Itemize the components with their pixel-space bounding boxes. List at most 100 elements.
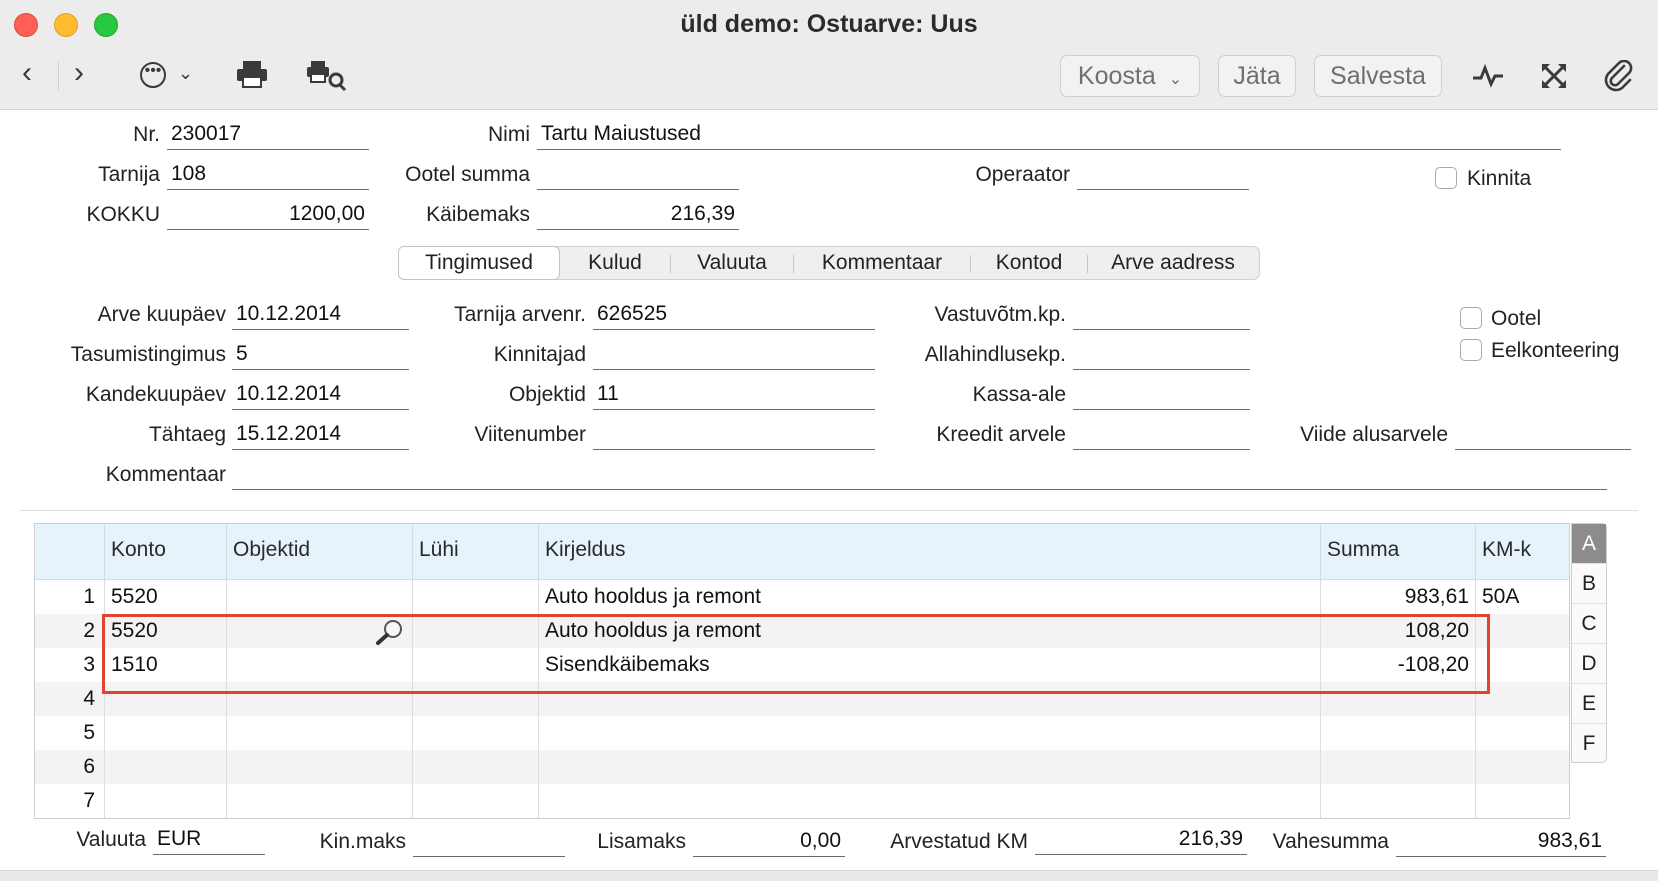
kommentaar-label: Kommentaar	[105, 463, 226, 486]
valuuta-field[interactable]: EUR	[153, 825, 265, 855]
column-header-luhi[interactable]: Lühi	[412, 524, 538, 580]
row-number: 6	[83, 755, 95, 778]
invoice-window: üld demo: Ostuarve: Uus ‹ › ••• ⌄ Koosta…	[0, 0, 1658, 881]
table-row[interactable]: 4	[35, 682, 1569, 716]
table-row[interactable]: 1 5520 Auto hooldus ja remont 983,61 50A	[35, 580, 1569, 614]
tarnija-arvenr-label: Tarnija arvenr.	[454, 303, 586, 326]
cell-luhi[interactable]	[413, 580, 537, 614]
forward-icon[interactable]: ›	[74, 58, 84, 88]
tab-arve-aadress[interactable]: Arve aadress	[1088, 247, 1258, 279]
vahesumma-label: Vahesumma	[1272, 830, 1389, 853]
kinnita-checkbox[interactable]	[1435, 167, 1457, 189]
cell-konto[interactable]: 1510	[105, 648, 225, 682]
viide-field[interactable]	[1455, 420, 1631, 450]
chevron-down-icon[interactable]: ⌄	[178, 64, 193, 82]
cell-luhi[interactable]	[413, 648, 537, 682]
cell-objektid[interactable]	[227, 580, 411, 614]
cell-objektid[interactable]	[227, 648, 411, 682]
print-preview-icon[interactable]	[306, 60, 348, 92]
kinnitajad-field[interactable]	[593, 340, 875, 370]
eelkonteering-checkbox[interactable]	[1460, 339, 1482, 361]
tab-kontod[interactable]: Kontod	[971, 247, 1087, 279]
section-tab-e[interactable]: E	[1572, 684, 1606, 724]
cell-konto[interactable]: 5520	[105, 580, 225, 614]
row-number: 3	[83, 653, 95, 676]
arvestatud-km-field[interactable]: 216,39	[1035, 825, 1247, 855]
column-divider	[538, 580, 539, 818]
grid-section-selector: A B C D E F	[1571, 523, 1607, 763]
column-header-summa[interactable]: Summa	[1320, 524, 1475, 580]
cell-kirjeldus[interactable]: Auto hooldus ja remont	[539, 580, 1319, 614]
paperclip-icon[interactable]	[1604, 60, 1634, 92]
tarnija-arvenr-field[interactable]: 626525	[593, 300, 875, 330]
activity-icon[interactable]	[1472, 64, 1504, 88]
kokku-field[interactable]: 1200,00	[167, 200, 369, 230]
table-row[interactable]: 2 5520 Auto hooldus ja remont 108,20	[35, 614, 1569, 648]
cell-kmk[interactable]	[1476, 614, 1569, 648]
expand-icon[interactable]	[1540, 62, 1568, 90]
vahesumma-field[interactable]: 983,61	[1396, 827, 1606, 857]
table-row[interactable]: 5	[35, 716, 1569, 750]
ootel-summa-field[interactable]	[537, 160, 739, 190]
tab-kommentaar[interactable]: Kommentaar	[794, 247, 970, 279]
back-icon[interactable]: ‹	[22, 58, 32, 88]
vastuvotm-field[interactable]	[1073, 300, 1250, 330]
kaibemaks-field[interactable]: 216,39	[537, 200, 739, 230]
section-tab-f[interactable]: F	[1572, 724, 1606, 764]
lisamaks-field[interactable]: 0,00	[693, 827, 845, 857]
tab-kulud[interactable]: Kulud	[560, 247, 670, 279]
more-actions-icon[interactable]: •••	[140, 62, 166, 88]
valuuta-label: Valuuta	[76, 828, 146, 851]
cell-kmk[interactable]: 50A	[1476, 580, 1569, 614]
column-divider	[412, 580, 413, 818]
koosta-dropdown[interactable]: Koosta ⌄	[1060, 55, 1200, 97]
allahindlus-field[interactable]	[1073, 340, 1250, 370]
tarnija-field[interactable]: 108	[167, 160, 369, 190]
cell-kirjeldus[interactable]: Auto hooldus ja remont	[539, 614, 1319, 648]
print-icon[interactable]	[236, 60, 268, 88]
objektid-field[interactable]: 11	[593, 380, 875, 410]
cell-summa[interactable]: -108,20	[1321, 648, 1475, 682]
cell-summa[interactable]: 108,20	[1321, 614, 1475, 648]
kreedit-label: Kreedit arvele	[936, 423, 1066, 446]
nimi-field[interactable]: Tartu Maiustused	[537, 120, 1561, 150]
column-header-kmk[interactable]: KM-k	[1475, 524, 1569, 580]
cell-summa[interactable]: 983,61	[1321, 580, 1475, 614]
cell-kirjeldus[interactable]: Sisendkäibemaks	[539, 648, 1319, 682]
section-tab-d[interactable]: D	[1572, 644, 1606, 684]
column-header-objektid[interactable]: Objektid	[226, 524, 412, 580]
kandekuupaev-field[interactable]: 10.12.2014	[232, 380, 409, 410]
section-tab-b[interactable]: B	[1572, 564, 1606, 604]
kreedit-field[interactable]	[1073, 420, 1250, 450]
jata-button[interactable]: Jäta	[1218, 55, 1296, 97]
table-row[interactable]: 6	[35, 750, 1569, 784]
cell-konto[interactable]: 5520	[105, 614, 225, 648]
salvesta-button[interactable]: Salvesta	[1314, 55, 1442, 97]
column-header-konto[interactable]: Konto	[104, 524, 226, 580]
cell-luhi[interactable]	[413, 614, 537, 648]
kinmaks-field[interactable]	[413, 827, 565, 857]
kassa-ale-field[interactable]	[1073, 380, 1250, 410]
table-row[interactable]: 7	[35, 784, 1569, 818]
viitenumber-field[interactable]	[593, 420, 875, 450]
lookup-magnifier-icon[interactable]	[375, 618, 405, 646]
tasumistingimus-field[interactable]: 5	[232, 340, 409, 370]
column-header-kirjeldus[interactable]: Kirjeldus	[538, 524, 1320, 580]
nr-label: Nr.	[133, 123, 160, 146]
table-row[interactable]: 3 1510 Sisendkäibemaks -108,20	[35, 648, 1569, 682]
operaator-field[interactable]	[1077, 160, 1249, 190]
operaator-label: Operaator	[975, 163, 1070, 186]
nr-field[interactable]: 230017	[167, 120, 369, 150]
ootel-checkbox[interactable]	[1460, 307, 1482, 329]
tahtaeg-field[interactable]: 15.12.2014	[232, 420, 409, 450]
cell-kmk[interactable]	[1476, 648, 1569, 682]
tab-valuuta[interactable]: Valuuta	[671, 247, 793, 279]
arve-kuupaev-field[interactable]: 10.12.2014	[232, 300, 409, 330]
tab-tingimused[interactable]: Tingimused	[398, 246, 560, 280]
nimi-label: Nimi	[488, 123, 530, 146]
column-divider	[1475, 580, 1476, 818]
kommentaar-field[interactable]	[232, 460, 1607, 490]
section-tab-a[interactable]: A	[1572, 524, 1606, 564]
section-tab-c[interactable]: C	[1572, 604, 1606, 644]
nav-divider	[58, 62, 59, 90]
